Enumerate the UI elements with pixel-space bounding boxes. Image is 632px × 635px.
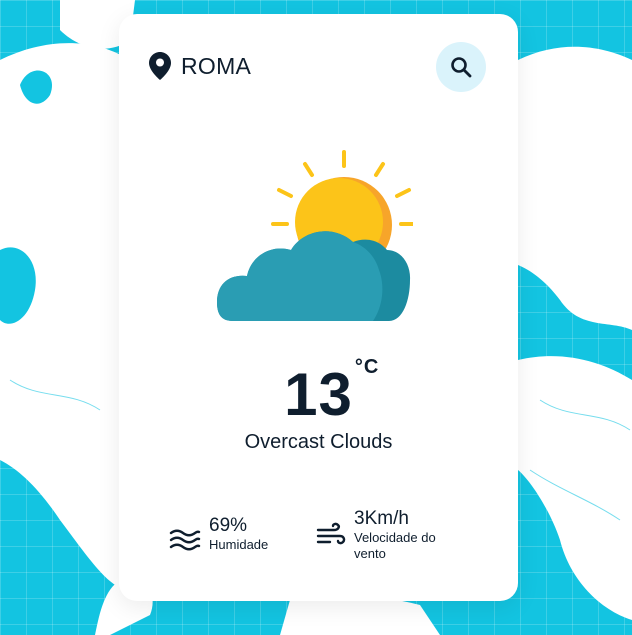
- humidity-stat: 69% Humidade: [169, 515, 268, 553]
- wind-text: 3Km/h Velocidade do vento: [354, 508, 450, 562]
- humidity-text: 69% Humidade: [209, 515, 268, 553]
- map-pin-icon: [149, 52, 171, 80]
- wind-icon: [316, 522, 346, 545]
- waves-icon: [169, 529, 201, 551]
- weather-card: ROMA 13 °C Overcast Clouds 69% Humidade …: [119, 14, 518, 601]
- search-button[interactable]: [436, 42, 486, 92]
- city-name: ROMA: [181, 52, 252, 79]
- humidity-value: 69%: [209, 515, 248, 536]
- location: ROMA: [149, 52, 251, 80]
- temperature-display: 13 °C: [119, 356, 518, 429]
- temperature-unit: °C: [354, 356, 380, 378]
- weather-description: Overcast Clouds: [244, 431, 393, 453]
- wind-stat: 3Km/h Velocidade do vento: [316, 508, 450, 562]
- sun-behind-cloud-icon: [217, 150, 413, 321]
- wind-value: 3Km/h: [354, 508, 409, 529]
- wind-label: Velocidade do vento: [354, 530, 436, 561]
- temperature-number: 13: [284, 361, 353, 428]
- temperature-value: 13 °C: [284, 356, 378, 429]
- search-icon: [451, 57, 472, 78]
- humidity-label: Humidade: [209, 537, 269, 552]
